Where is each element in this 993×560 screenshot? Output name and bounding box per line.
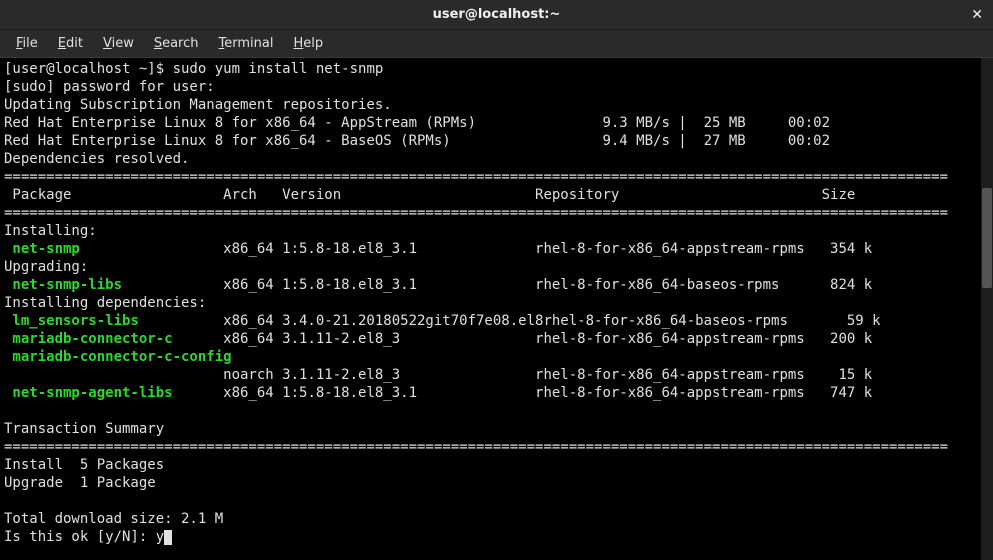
pkg-name: net-snmp-agent-libs [4,385,173,401]
pkg-row: net-snmp-agent-libs x86_64 1:5.8-18.el8_… [4,385,872,401]
pkg-row: net-snmp-libs x86_64 1:5.8-18.el8_3.1 rh… [4,277,872,293]
section-label: Transaction Summary [4,421,164,437]
output-line: Dependencies resolved. [4,151,189,167]
output-line: Updating Subscription Management reposit… [4,97,392,113]
menu-search[interactable]: Search [144,32,209,55]
titlebar: user@localhost:~ ✕ [0,0,993,30]
menubar: File Edit View Search Terminal Help [0,30,993,58]
menu-terminal[interactable]: Terminal [209,32,284,55]
sudo-prompt-line: [sudo] password for user: [4,79,215,95]
close-icon[interactable]: ✕ [971,7,983,23]
pkg-name: net-snmp [4,241,80,257]
scrollbar-thumb[interactable] [982,188,992,288]
pkg-name: net-snmp-libs [4,277,122,293]
separator-line: ========================================… [4,205,948,221]
output-line: Install 5 Packages [4,457,164,473]
pkg-row: net-snmp x86_64 1:5.8-18.el8_3.1 rhel-8-… [4,241,872,257]
output-line: Red Hat Enterprise Linux 8 for x86_64 - … [4,115,830,131]
menu-file[interactable]: File [6,32,48,55]
prompt-command: sudo yum install net-snmp [173,61,384,77]
pkg-name: lm_sensors-libs [4,313,139,329]
separator-line: ========================================… [4,439,948,455]
prompt-ps1: [user@localhost ~]$ [4,61,173,77]
separator-line: ========================================… [4,169,948,185]
section-label: Upgrading: [4,259,88,275]
window-title: user@localhost:~ [0,7,993,22]
output-line: Total download size: 2.1 M [4,511,223,527]
menu-help[interactable]: Help [283,32,333,55]
confirm-input: y [156,529,164,545]
cursor-icon [164,530,172,545]
terminal-output[interactable]: [user@localhost ~]$ sudo yum install net… [0,58,993,560]
section-label: Installing dependencies: [4,295,206,311]
table-header: Package Arch Version Repository Size [4,187,855,203]
scrollbar[interactable] [981,58,993,560]
menu-edit[interactable]: Edit [48,32,93,55]
pkg-name: mariadb-connector-c-config [4,349,232,365]
output-line: Red Hat Enterprise Linux 8 for x86_64 - … [4,133,830,149]
menu-view[interactable]: View [93,32,144,55]
pkg-name: mariadb-connector-c [4,331,173,347]
output-line: Upgrade 1 Package [4,475,156,491]
pkg-row: lm_sensors-libs x86_64 3.4.0-21.20180522… [4,313,881,329]
section-label: Installing: [4,223,97,239]
pkg-row: mariadb-connector-c-config noarch 3.1.11… [4,349,872,383]
pkg-row: mariadb-connector-c x86_64 3.1.11-2.el8_… [4,331,872,347]
confirm-prompt: Is this ok [y/N]: [4,529,156,545]
